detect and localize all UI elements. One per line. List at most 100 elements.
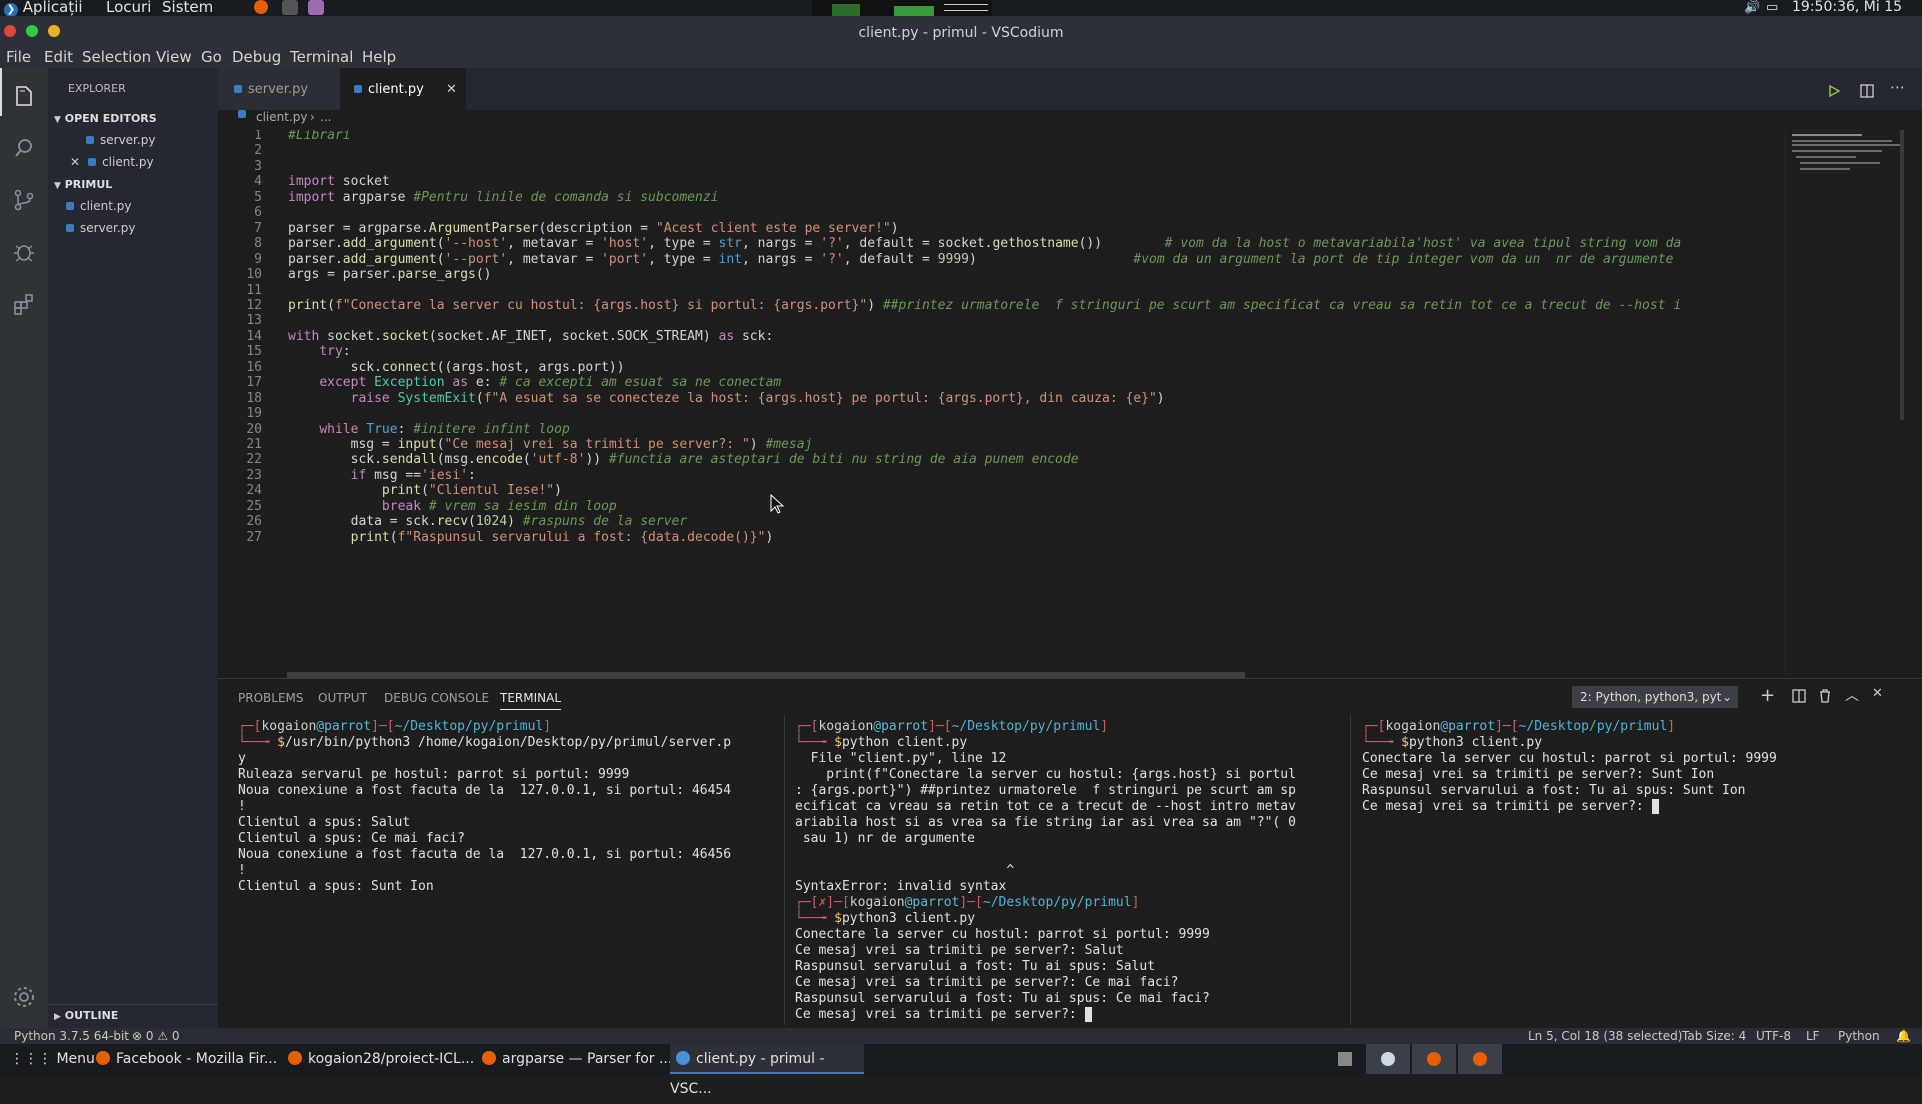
code-line[interactable]: #Librari [288, 130, 351, 143]
code-line[interactable]: msg = input("Ce mesaj vrei sa trimiti pe… [288, 437, 813, 452]
code-line[interactable]: args = parser.parse_args() [288, 267, 492, 282]
python-interpreter[interactable]: Python 3.7.5 64-bit [14, 1029, 129, 1043]
folder-section[interactable]: ▼ PRIMUL [48, 174, 218, 194]
menu-go[interactable]: Go [201, 48, 222, 66]
menu-view[interactable]: View [156, 48, 192, 66]
python-file-icon [66, 202, 74, 210]
code-line[interactable]: raise SystemExit(f"A esuat sa se conecte… [288, 391, 1165, 406]
explorer-icon[interactable] [12, 84, 36, 108]
terminal-pane-1[interactable]: ┌─[kogaion@parrot]─[~/Desktop/py/primul]… [238, 719, 731, 895]
split-terminal-icon[interactable] [1792, 689, 1806, 703]
tab-output[interactable]: OUTPUT [318, 691, 367, 705]
taskbar-item[interactable]: kogaion28/proiect-ICL... [288, 1044, 474, 1074]
apps-menu-label[interactable]: Aplicații [23, 0, 83, 16]
code-line[interactable]: import socket [288, 174, 390, 189]
tab-terminal[interactable]: TERMINAL [500, 691, 562, 710]
code-line[interactable]: if msg =='iesi': [288, 468, 476, 483]
tab-debug-console[interactable]: DEBUG CONSOLE [384, 691, 489, 705]
more-actions-icon[interactable]: ⋯ [1890, 78, 1905, 96]
notifications-bell-icon[interactable]: 🔔 [1896, 1029, 1911, 1043]
code-line[interactable]: sck.connect((args.host, args.port)) [288, 360, 625, 375]
line-ending[interactable]: LF [1806, 1029, 1820, 1043]
places-menu[interactable]: Locuri [106, 0, 151, 16]
code-line[interactable]: import argparse #Pentru linile de comand… [288, 190, 719, 205]
start-menu-button[interactable]: ⋮⋮⋮ Menu [10, 1044, 95, 1074]
code-line[interactable]: parser = argparse.ArgumentParser(descrip… [288, 221, 899, 236]
encoding[interactable]: UTF-8 [1756, 1029, 1791, 1043]
code-line[interactable]: except Exception as e: # ca excepti am e… [288, 375, 781, 390]
code-line[interactable]: print("Clientul Iese!") [288, 483, 562, 498]
text-editor-launcher-icon[interactable] [308, 0, 324, 15]
code-line[interactable]: try: [288, 344, 350, 359]
search-icon[interactable] [12, 136, 36, 160]
tray-app[interactable] [1366, 1044, 1410, 1074]
code-line[interactable]: data = sck.recv(1024) #raspuns de la ser… [288, 514, 688, 529]
breadcrumb-symbols[interactable]: ... [320, 110, 331, 124]
code-line[interactable]: while True: #initere infint loop [288, 422, 569, 437]
maximize-panel-icon[interactable]: ︿ [1845, 685, 1859, 705]
code-editor[interactable]: 1 #Librari 2 3 4 import socket 5 import argpars… [218, 130, 1788, 675]
taskbar-item-active[interactable]: client.py - primul - VSC... [670, 1044, 864, 1097]
code-line[interactable]: sck.sendall(msg.encode('utf-8')) #functi… [288, 452, 1079, 467]
volume-icon[interactable]: 🔊 [1744, 0, 1760, 15]
code-line[interactable]: parser.add_argument('--host', metavar = … [288, 236, 1681, 251]
menu-edit[interactable]: Edit [44, 48, 73, 66]
menu-debug[interactable]: Debug [232, 48, 281, 66]
file-tree-item[interactable]: client.py [48, 196, 218, 216]
open-editor-item[interactable]: ✕ client.py [48, 152, 218, 172]
open-editors-section[interactable]: ▼ OPEN EDITORS [48, 108, 218, 128]
file-label: server.py [80, 221, 136, 235]
close-icon[interactable]: ✕ [70, 155, 80, 169]
menu-selection[interactable]: Selection [82, 48, 151, 66]
taskbar-item[interactable]: argparse — Parser for ... [482, 1044, 672, 1074]
code-line[interactable]: print(f"Raspunsul servarului a fost: {da… [288, 530, 774, 545]
language-mode[interactable]: Python [1838, 1029, 1880, 1043]
open-editor-item[interactable]: server.py [48, 130, 218, 150]
trash-icon[interactable] [1818, 688, 1832, 703]
menu-file[interactable]: File [6, 48, 31, 66]
line-number: 22 [246, 452, 262, 468]
menu-help[interactable]: Help [362, 48, 396, 66]
source-control-icon[interactable] [12, 188, 36, 212]
close-icon[interactable]: ✕ [446, 68, 457, 112]
system-menu[interactable]: Sistem [162, 0, 213, 16]
extensions-icon[interactable] [12, 292, 36, 316]
tab-problems[interactable]: PROBLEMS [238, 691, 304, 705]
menu-terminal[interactable]: Terminal [290, 48, 353, 66]
apps-menu[interactable]: ❯ Aplicații [4, 0, 83, 17]
breadcrumb-file[interactable]: client.py [256, 110, 308, 124]
new-terminal-icon[interactable]: + [1760, 685, 1775, 706]
tray-app[interactable] [1458, 1044, 1502, 1074]
file-tree-item[interactable]: server.py [48, 218, 218, 238]
terminal-pane-3[interactable]: ┌─[kogaion@parrot]─[~/Desktop/py/primul]… [1362, 719, 1777, 815]
minimap[interactable] [1785, 130, 1906, 675]
close-panel-icon[interactable]: ✕ [1872, 686, 1883, 701]
outline-label: OUTLINE [64, 1009, 119, 1022]
workspace-switcher[interactable] [1338, 1044, 1356, 1074]
terminal-divider [784, 715, 785, 1025]
code-line[interactable]: parser.add_argument('--port', metavar = … [288, 252, 1673, 267]
code-line[interactable]: print(f"Conectare la server cu hostul: {… [288, 298, 1681, 313]
tab-size[interactable]: Tab Size: 4 [1682, 1029, 1746, 1043]
code-line[interactable]: with socket.socket(socket.AF_INET, socke… [288, 329, 773, 344]
tab-server-py[interactable]: server.py [218, 68, 340, 112]
firefox-icon [288, 1051, 302, 1065]
taskbar-item[interactable]: Facebook - Mozilla Fir... [96, 1044, 277, 1074]
run-icon[interactable] [1827, 84, 1841, 98]
split-editor-icon[interactable] [1860, 84, 1874, 98]
problems-count[interactable]: ⊗ 0 ⚠ 0 [132, 1029, 180, 1043]
outline-section[interactable]: ▶ OUTLINE [48, 1004, 218, 1025]
code-line[interactable]: break # vrem sa iesim din loop [288, 499, 617, 514]
debug-icon[interactable] [12, 240, 36, 264]
line-number: 21 [246, 437, 262, 452]
firefox-launcher-icon[interactable] [254, 0, 268, 14]
terminal-pane-2[interactable]: ┌─[kogaion@parrot]─[~/Desktop/py/primul]… [795, 719, 1296, 1023]
terminal-select[interactable]: 2: Python, python3, pyt ⌄ [1572, 686, 1738, 708]
line-number: 16 [246, 359, 262, 375]
display-icon[interactable]: ▭ [1766, 0, 1778, 15]
gear-icon[interactable] [12, 985, 36, 1009]
tray-app[interactable] [1412, 1044, 1456, 1074]
cursor-position[interactable]: Ln 5, Col 18 (38 selected) [1528, 1029, 1682, 1043]
tab-client-py[interactable]: client.py ✕ [340, 68, 466, 112]
terminal-launcher-icon[interactable] [282, 0, 298, 15]
